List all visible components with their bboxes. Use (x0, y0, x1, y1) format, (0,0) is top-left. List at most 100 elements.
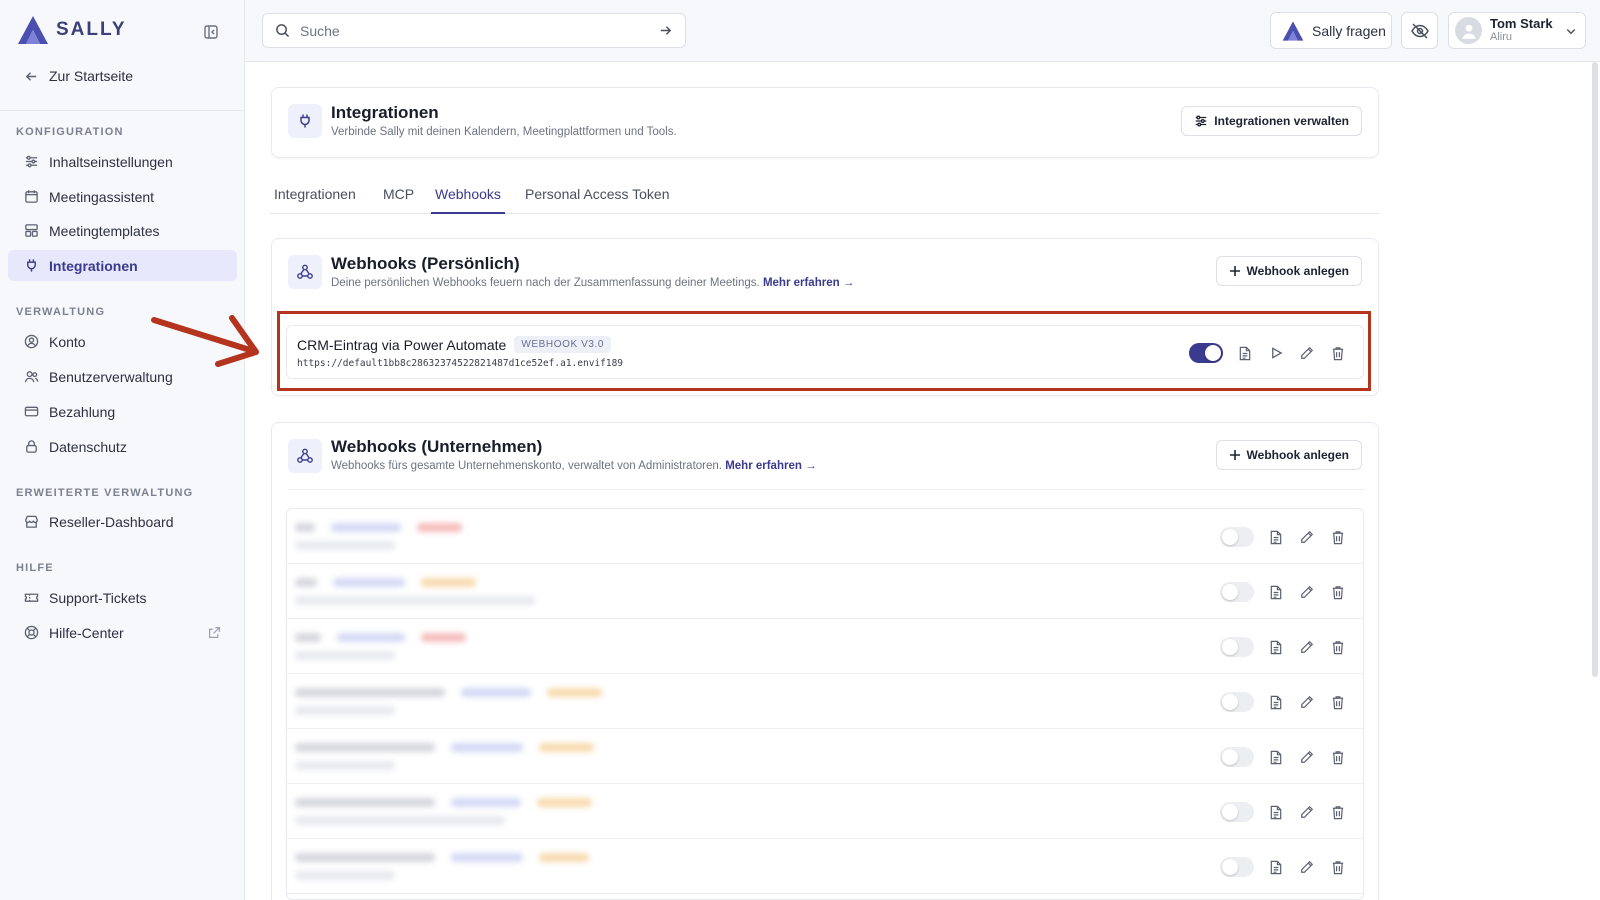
external-link-icon (209, 627, 220, 638)
log-document-icon[interactable] (1267, 803, 1285, 821)
company-webhook-row (287, 564, 1363, 619)
delete-trash-icon[interactable] (1329, 693, 1347, 711)
scrollbar[interactable] (1592, 62, 1598, 677)
annotation-arrow-icon (151, 315, 259, 367)
sidebar-item-meetingassistent[interactable]: Meetingassistent (8, 181, 237, 212)
webhook-enabled-toggle[interactable] (1220, 637, 1254, 657)
card-divider (288, 489, 1364, 490)
tab-personal-access-token[interactable]: Personal Access Token (525, 186, 670, 213)
manage-integrations-button[interactable]: Integrationen verwalten (1181, 106, 1362, 136)
avatar (1455, 17, 1482, 44)
company-webhook-row (287, 729, 1363, 784)
brand-logo[interactable]: SALLY (16, 14, 127, 46)
sally-logo-icon (18, 16, 48, 44)
webhook-enabled-toggle[interactable] (1220, 582, 1254, 602)
sidebar-item-integrationen[interactable]: Integrationen (8, 250, 237, 281)
sidebar-item-inhaltseinstellungen[interactable]: Inhaltseinstellungen (8, 146, 237, 177)
webhook-enabled-toggle[interactable] (1220, 747, 1254, 767)
sidebar-item-label: Datenschutz (49, 438, 127, 455)
personal-webhooks-subtitle: Deine persönlichen Webhooks feuern nach … (331, 277, 854, 289)
sidebar-item-label: Meetingassistent (49, 188, 155, 205)
subtitle-text: Webhooks fürs gesamte Unternehmenskonto,… (331, 460, 722, 472)
webhook-enabled-toggle[interactable] (1220, 527, 1254, 547)
arrow-left-icon (25, 71, 37, 81)
company-webhook-row (287, 509, 1363, 564)
redacted-content (295, 739, 735, 775)
delete-trash-icon[interactable] (1329, 803, 1347, 821)
edit-pencil-icon[interactable] (1298, 858, 1316, 876)
sidebar-item-label: Support-Tickets (49, 589, 147, 606)
edit-pencil-icon[interactable] (1298, 693, 1316, 711)
log-document-icon[interactable] (1267, 638, 1285, 656)
page-title: Integrationen (331, 103, 439, 122)
sliders-icon (1196, 115, 1207, 127)
company-webhook-row (287, 619, 1363, 674)
webhook-enabled-toggle[interactable] (1220, 692, 1254, 712)
credit-card-icon (24, 406, 39, 417)
log-document-icon[interactable] (1267, 858, 1285, 876)
webhook-icon (288, 255, 322, 289)
delete-trash-icon[interactable] (1329, 583, 1347, 601)
sidebar-item-support-tickets[interactable]: Support-Tickets (8, 582, 237, 613)
play-test-icon[interactable] (1267, 344, 1285, 362)
tab-integrationen[interactable]: Integrationen (274, 186, 356, 213)
webhook-enabled-toggle[interactable] (1220, 857, 1254, 877)
add-company-webhook-button[interactable]: Webhook anlegen (1215, 440, 1362, 470)
edit-pencil-icon[interactable] (1298, 803, 1316, 821)
sidebar-item-reseller-dashboard[interactable]: Reseller-Dashboard (8, 506, 237, 537)
user-name: Tom Stark (1490, 16, 1553, 31)
log-document-icon[interactable] (1267, 528, 1285, 546)
webhook-enabled-toggle[interactable] (1220, 802, 1254, 822)
user-menu[interactable]: Tom Stark Aliru (1448, 12, 1586, 49)
tab-mcp[interactable]: MCP (383, 186, 414, 213)
row-actions (1220, 857, 1347, 877)
row-actions (1220, 637, 1347, 657)
search-input[interactable] (300, 22, 648, 39)
row-actions (1189, 343, 1347, 363)
delete-trash-icon[interactable] (1329, 344, 1347, 362)
edit-pencil-icon[interactable] (1298, 583, 1316, 601)
log-document-icon[interactable] (1236, 344, 1254, 362)
arrow-right-icon[interactable] (658, 23, 673, 38)
webhook-url: https://default1bb8c28632374522821487d1c… (297, 358, 624, 369)
edit-pencil-icon[interactable] (1298, 344, 1316, 362)
edit-pencil-icon[interactable] (1298, 748, 1316, 766)
company-webhook-row (287, 839, 1363, 894)
back-to-home-link[interactable]: Zur Startseite (24, 68, 133, 84)
section-title-verwaltung: VERWALTUNG (16, 306, 106, 318)
edit-pencil-icon[interactable] (1298, 528, 1316, 546)
section-title-konfiguration: KONFIGURATION (16, 126, 124, 138)
user-org: Aliru (1490, 31, 1513, 43)
privacy-toggle-button[interactable] (1401, 12, 1438, 49)
delete-trash-icon[interactable] (1329, 638, 1347, 656)
sidebar-item-label: Reseller-Dashboard (49, 513, 174, 530)
learn-more-link[interactable]: Mehr erfahren → (725, 460, 816, 472)
collapse-sidebar-icon[interactable] (203, 24, 219, 40)
sidebar-item-datenschutz[interactable]: Datenschutz (8, 431, 237, 462)
sidebar-item-meetingtemplates[interactable]: Meetingtemplates (8, 215, 237, 246)
ask-sally-label: Sally fragen (1312, 22, 1386, 39)
add-personal-webhook-button[interactable]: Webhook anlegen (1215, 256, 1362, 286)
delete-trash-icon[interactable] (1329, 528, 1347, 546)
delete-trash-icon[interactable] (1329, 858, 1347, 876)
manage-integrations-label: Integrationen verwalten (1214, 114, 1349, 128)
redacted-content (295, 794, 735, 830)
company-webhook-row (287, 784, 1363, 839)
sidebar-item-hilfe-center[interactable]: Hilfe-Center (8, 617, 237, 648)
ask-sally-button[interactable]: Sally fragen (1270, 12, 1392, 49)
sidebar-item-label: Meetingtemplates (49, 222, 160, 239)
log-document-icon[interactable] (1267, 693, 1285, 711)
ticket-icon (24, 593, 39, 602)
search-bar[interactable] (262, 13, 686, 48)
delete-trash-icon[interactable] (1329, 748, 1347, 766)
company-webhook-list (286, 508, 1364, 900)
tab-webhooks[interactable]: Webhooks (431, 186, 505, 214)
sidebar-item-bezahlung[interactable]: Bezahlung (8, 396, 237, 427)
row-actions (1220, 747, 1347, 767)
webhook-enabled-toggle[interactable] (1189, 343, 1223, 363)
learn-more-link[interactable]: Mehr erfahren → (763, 277, 854, 289)
log-document-icon[interactable] (1267, 583, 1285, 601)
edit-pencil-icon[interactable] (1298, 638, 1316, 656)
webhook-icon (288, 439, 322, 473)
log-document-icon[interactable] (1267, 748, 1285, 766)
